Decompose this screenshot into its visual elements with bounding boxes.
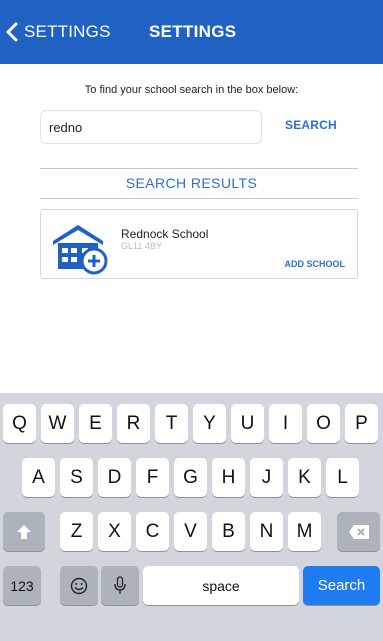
key-p[interactable]: P bbox=[345, 404, 378, 443]
search-results-heading: SEARCH RESULTS bbox=[125, 175, 258, 191]
key-c[interactable]: C bbox=[136, 512, 169, 551]
key-l[interactable]: L bbox=[326, 458, 359, 497]
space-key[interactable]: space bbox=[143, 566, 299, 605]
key-g[interactable]: G bbox=[174, 458, 207, 497]
back-button[interactable]: SETTINGS bbox=[6, 18, 111, 46]
delete-icon bbox=[348, 524, 369, 539]
key-v[interactable]: V bbox=[174, 512, 207, 551]
microphone-key[interactable] bbox=[101, 566, 139, 605]
microphone-icon bbox=[114, 575, 126, 594]
key-s[interactable]: S bbox=[60, 458, 93, 497]
key-j[interactable]: J bbox=[250, 458, 283, 497]
school-postcode: GL11 4BY bbox=[121, 241, 162, 251]
key-u[interactable]: U bbox=[231, 404, 264, 443]
key-w[interactable]: W bbox=[41, 404, 74, 443]
key-i[interactable]: I bbox=[269, 404, 302, 443]
page-title: SETTINGS bbox=[149, 22, 237, 41]
navigation-bar: SETTINGS SETTINGS bbox=[0, 0, 383, 64]
add-school-button[interactable]: ADD SCHOOL bbox=[285, 259, 346, 269]
key-t[interactable]: T bbox=[155, 404, 188, 443]
divider-top bbox=[40, 168, 358, 169]
school-add-icon bbox=[53, 225, 108, 275]
key-m[interactable]: M bbox=[288, 512, 321, 551]
key-z[interactable]: Z bbox=[60, 512, 93, 551]
list-item: Rednock School GL11 4BY ADD SCHOOL bbox=[40, 209, 358, 279]
back-label: SETTINGS bbox=[24, 22, 111, 41]
key-e[interactable]: E bbox=[79, 404, 112, 443]
key-r[interactable]: R bbox=[117, 404, 150, 443]
emoji-icon bbox=[70, 577, 88, 594]
key-k[interactable]: K bbox=[288, 458, 321, 497]
search-button[interactable]: SEARCH bbox=[285, 118, 337, 132]
search-key[interactable]: Search bbox=[303, 566, 380, 605]
key-x[interactable]: X bbox=[98, 512, 131, 551]
search-instructions: To find your school search in the box be… bbox=[84, 84, 299, 96]
key-o[interactable]: O bbox=[307, 404, 340, 443]
key-n[interactable]: N bbox=[250, 512, 283, 551]
numbers-key[interactable]: 123 bbox=[3, 566, 41, 605]
emoji-key[interactable] bbox=[60, 566, 98, 605]
key-f[interactable]: F bbox=[136, 458, 169, 497]
key-h[interactable]: H bbox=[212, 458, 245, 497]
key-q[interactable]: Q bbox=[3, 404, 36, 443]
search-input[interactable] bbox=[40, 110, 262, 144]
shift-key[interactable] bbox=[3, 512, 45, 551]
key-d[interactable]: D bbox=[98, 458, 131, 497]
chevron-left-icon bbox=[6, 22, 18, 42]
divider-bottom bbox=[40, 198, 358, 199]
delete-key[interactable] bbox=[337, 512, 380, 551]
keyboard: Q W E R T Y U I O P A S D F G H J K L Z … bbox=[0, 393, 383, 641]
key-b[interactable]: B bbox=[212, 512, 245, 551]
shift-icon bbox=[17, 524, 31, 539]
key-a[interactable]: A bbox=[22, 458, 55, 497]
key-y[interactable]: Y bbox=[193, 404, 226, 443]
school-name: Rednock School bbox=[121, 227, 209, 241]
